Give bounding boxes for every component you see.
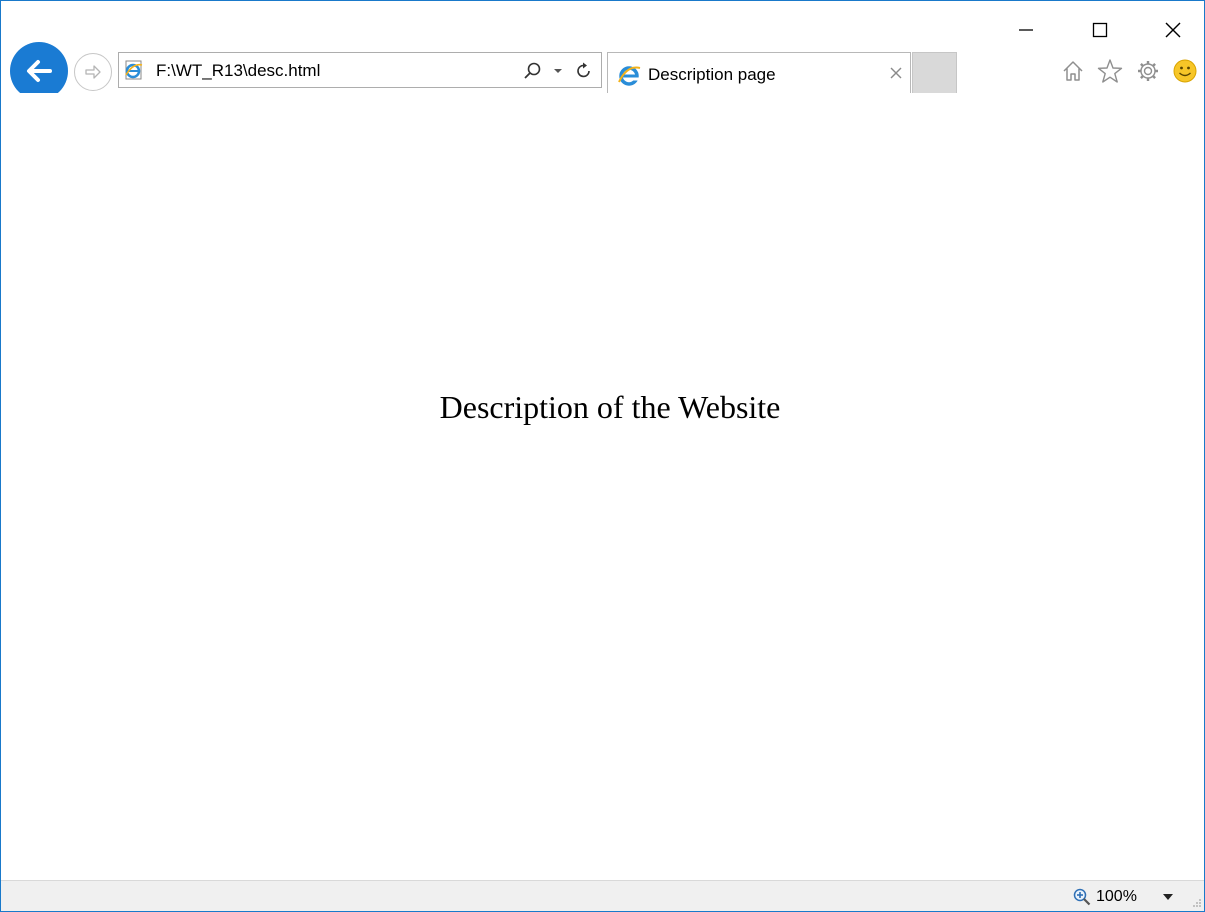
page-heading: Description of the Website: [439, 389, 781, 425]
refresh-icon[interactable]: [574, 61, 594, 81]
arrow-left-icon: [27, 60, 52, 82]
status-bar: 100%: [1, 880, 1204, 911]
ie-logo-icon: [618, 66, 641, 86]
tab-description-page[interactable]: Description page: [607, 52, 911, 93]
page-content: Description of the Website: [1, 93, 1204, 880]
resize-grip-icon[interactable]: [1190, 896, 1202, 908]
minimize-button[interactable]: [1006, 15, 1046, 45]
gear-icon: [1138, 61, 1158, 81]
browser-window: F:\WT_R13\desc.html Description page Des…: [0, 0, 1205, 912]
maximize-button[interactable]: [1080, 15, 1120, 45]
zoom-icon[interactable]: [1073, 888, 1091, 906]
smiley-feedback-icon: [1173, 59, 1197, 83]
close-button[interactable]: [1153, 15, 1193, 45]
feedback-button[interactable]: [1172, 58, 1198, 84]
tab-close-button[interactable]: [886, 63, 906, 83]
close-icon: [890, 67, 902, 79]
new-tab-button[interactable]: [912, 52, 957, 93]
ie-page-icon: [125, 60, 143, 80]
home-icon: [1063, 61, 1083, 81]
address-url: F:\WT_R13\desc.html: [156, 61, 321, 80]
close-icon: [1165, 22, 1181, 38]
dropdown-icon[interactable]: [553, 67, 563, 75]
minimize-icon: [1019, 29, 1033, 31]
tab-title: Description page: [648, 65, 776, 84]
zoom-dropdown-icon[interactable]: [1162, 892, 1174, 902]
forward-button[interactable]: [74, 53, 112, 91]
back-button[interactable]: [10, 42, 68, 100]
address-bar[interactable]: F:\WT_R13\desc.html: [118, 52, 602, 88]
maximize-icon: [1092, 22, 1108, 38]
arrow-right-icon: [85, 65, 101, 79]
tools-button[interactable]: [1135, 58, 1161, 84]
favorites-star-icon: [1097, 59, 1123, 83]
favorites-button[interactable]: [1097, 58, 1123, 84]
zoom-level[interactable]: 100%: [1096, 888, 1137, 906]
home-button[interactable]: [1060, 58, 1086, 84]
search-icon[interactable]: [523, 61, 543, 81]
